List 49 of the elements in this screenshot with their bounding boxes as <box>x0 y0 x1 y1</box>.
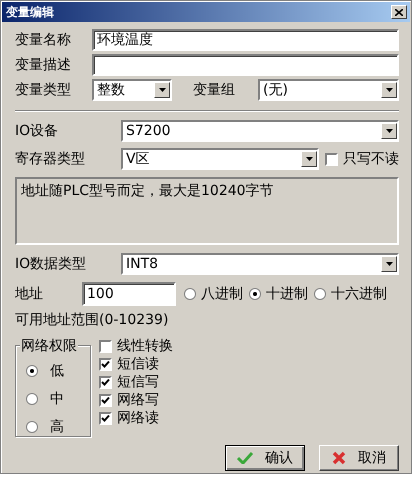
range-text: 可用地址范围(0-10239) <box>15 311 170 329</box>
confirm-button[interactable]: 确认 <box>225 445 305 471</box>
field-label: 地址 <box>15 285 44 303</box>
caret-icon <box>386 129 392 133</box>
radio-label: 高 <box>50 418 64 436</box>
checkbox[interactable]: 网络写 <box>99 391 173 409</box>
field-label: 变量组 <box>193 81 235 99</box>
checkbox[interactable]: 线性转换 <box>99 337 173 355</box>
radio-button[interactable] <box>26 393 38 405</box>
checkmark-icon <box>237 452 253 464</box>
cross-icon <box>332 451 346 465</box>
field-label: IO数据类型 <box>15 255 88 273</box>
field-label: 变量名称 <box>15 31 72 49</box>
radio-button[interactable] <box>314 288 326 300</box>
group-title: 网络权限 <box>20 337 78 355</box>
radio-label: 十六进制 <box>331 285 387 303</box>
radio-button[interactable] <box>26 421 38 433</box>
text-field[interactable] <box>92 54 399 76</box>
dropdown[interactable]: V区 <box>121 148 319 170</box>
close-button[interactable] <box>391 5 407 19</box>
text-field[interactable]: 环境温度 <box>92 29 399 51</box>
radio-label: 十进制 <box>266 285 308 303</box>
cancel-button[interactable]: 取消 <box>319 445 399 471</box>
dropdown[interactable]: INT8 <box>121 253 399 275</box>
radio-button[interactable] <box>249 288 261 300</box>
checkbox[interactable]: 只写不读 <box>325 150 399 168</box>
caret-icon <box>158 88 166 92</box>
checkbox[interactable]: 短信读 <box>99 355 173 373</box>
caret-icon <box>386 88 392 92</box>
caret-icon <box>386 262 392 266</box>
caret-icon <box>306 157 312 161</box>
radio-label: 中 <box>50 390 64 408</box>
dropdown[interactable]: 整数 <box>92 79 172 101</box>
address-field[interactable]: 100 <box>82 282 176 306</box>
radio-label: 低 <box>50 362 64 380</box>
info-text: 地址随PLC型号而定，最大是10240字节 <box>21 182 275 200</box>
radio-label: 八进制 <box>201 285 243 303</box>
dropdown[interactable]: S7200 <box>121 120 399 142</box>
dropdown[interactable]: (无) <box>258 79 399 101</box>
field-label: 寄存器类型 <box>15 150 86 168</box>
field-label: 变量描述 <box>15 56 72 74</box>
checkbox[interactable]: 网络读 <box>99 409 173 427</box>
field-label: 变量类型 <box>15 81 72 99</box>
close-icon <box>395 8 403 16</box>
radio-button[interactable] <box>26 365 38 377</box>
window-title: 变量编辑 <box>6 4 54 20</box>
radio-button[interactable] <box>184 288 196 300</box>
field-label: IO设备 <box>15 122 60 140</box>
checkbox[interactable]: 短信写 <box>99 373 173 391</box>
